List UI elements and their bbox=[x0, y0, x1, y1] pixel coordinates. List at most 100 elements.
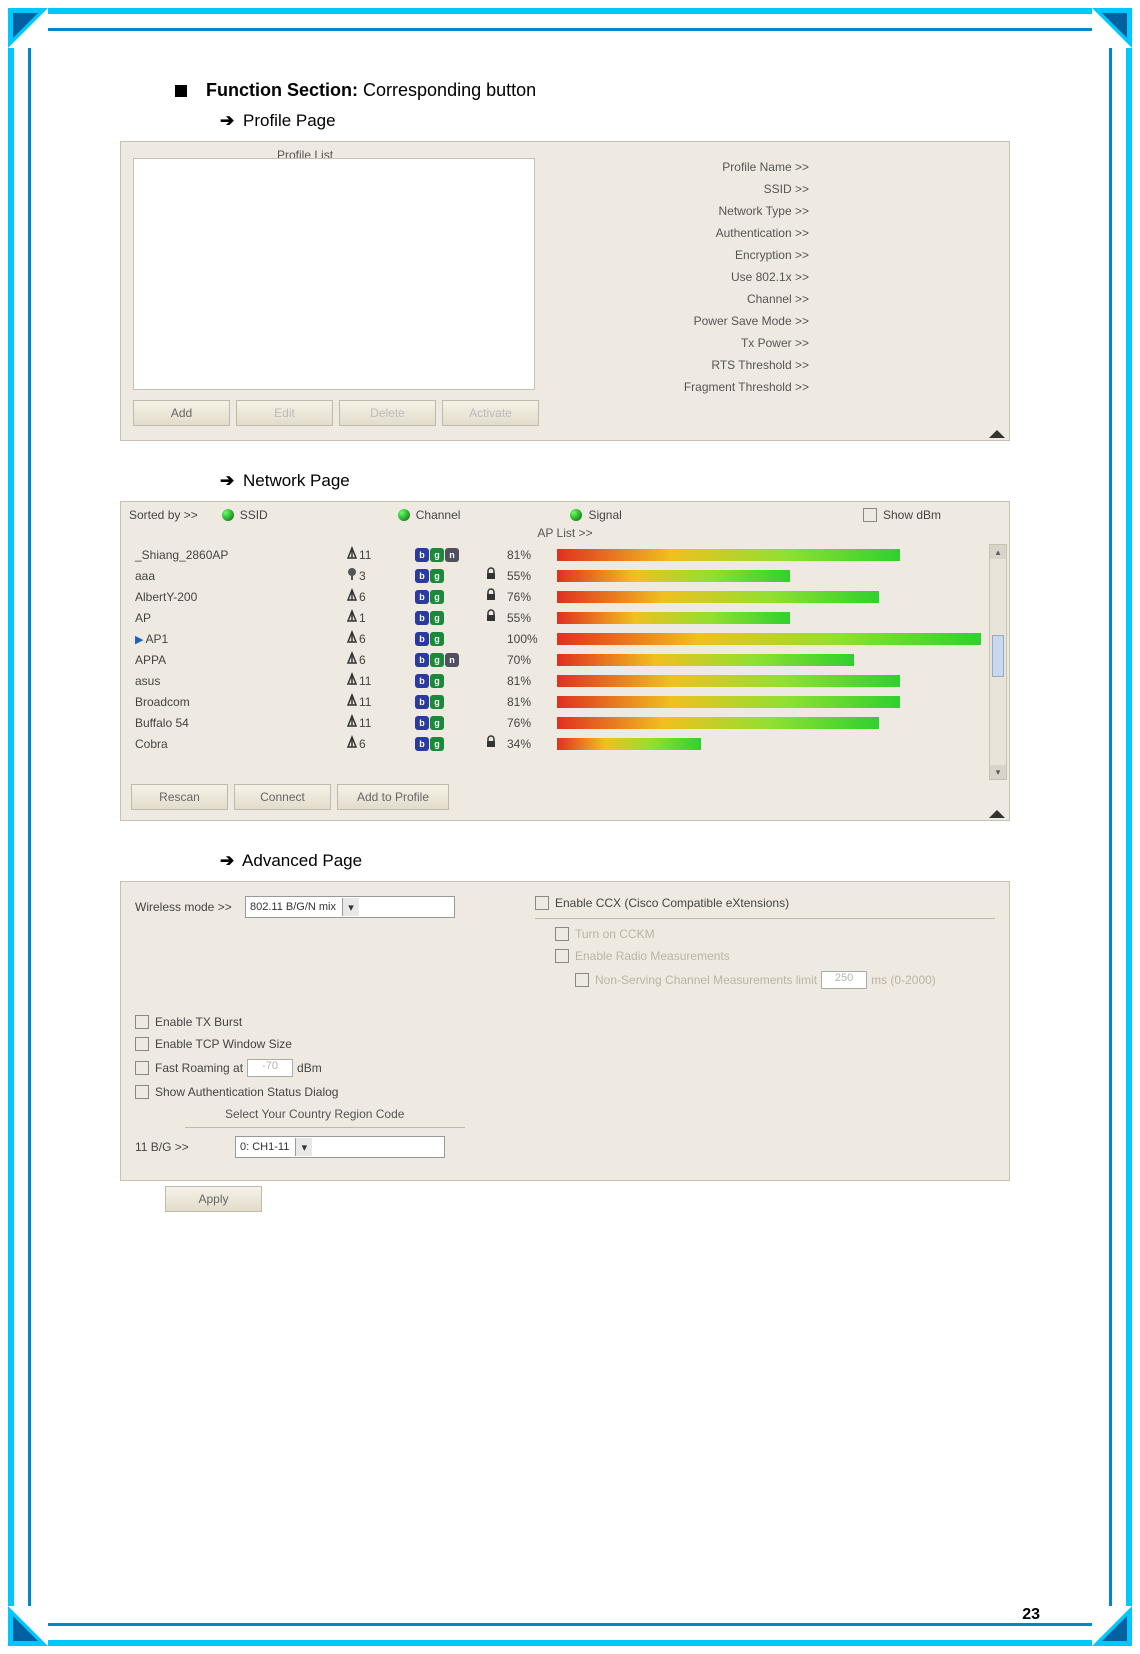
section-heading: Function Section: Corresponding button bbox=[175, 80, 1030, 101]
ssid-label: SSID bbox=[240, 508, 268, 522]
fastroam-checkbox[interactable]: Fast Roaming at -70 dBm bbox=[135, 1059, 995, 1077]
ap-row[interactable]: Cobra6bg34% bbox=[135, 733, 1001, 754]
apply-button[interactable]: Apply bbox=[165, 1186, 262, 1212]
ap-ssid: Buffalo 54 bbox=[135, 716, 189, 730]
ap-channel: 6 bbox=[359, 632, 366, 646]
profile-list[interactable] bbox=[133, 158, 535, 390]
add-button[interactable]: Add bbox=[133, 400, 230, 426]
checkbox-icon bbox=[575, 973, 589, 987]
mode-b-icon: b bbox=[415, 611, 429, 625]
checkbox-icon bbox=[555, 949, 569, 963]
ap-row[interactable]: Buffalo 5411bg76% bbox=[135, 712, 1001, 733]
ap-row[interactable]: APPA6bgn70% bbox=[135, 649, 1001, 670]
activate-button[interactable]: Activate bbox=[442, 400, 539, 426]
checkbox-icon bbox=[135, 1061, 149, 1075]
antenna-icon bbox=[345, 630, 359, 647]
ap-row[interactable]: _Shiang_2860AP11bgn81% bbox=[135, 544, 1001, 565]
nonserv-label: Non-Serving Channel Measurements limit bbox=[595, 973, 817, 987]
ap-modes: bgn bbox=[415, 548, 485, 562]
antenna-icon bbox=[345, 651, 359, 668]
scroll-thumb[interactable] bbox=[992, 635, 1004, 677]
show-dbm-checkbox[interactable]: Show dBm bbox=[863, 508, 941, 522]
antenna-icon bbox=[345, 672, 359, 689]
signal-label: Signal bbox=[588, 508, 621, 522]
ap-channel: 1 bbox=[359, 611, 366, 625]
sort-ssid[interactable]: SSID bbox=[222, 508, 268, 522]
mode-b-icon: b bbox=[415, 590, 429, 604]
wireless-mode-label: Wireless mode >> bbox=[135, 900, 245, 914]
chevron-down-icon: ▾ bbox=[342, 898, 359, 916]
profile-prop: Channel >> bbox=[599, 292, 809, 306]
sort-signal[interactable]: Signal bbox=[570, 508, 621, 522]
tcpwin-checkbox[interactable]: Enable TCP Window Size bbox=[135, 1037, 995, 1051]
ap-row[interactable]: ▶AP16bg100% bbox=[135, 628, 1001, 649]
enable-ccx-checkbox[interactable]: Enable CCX (Cisco Compatible eXtensions) bbox=[535, 896, 995, 910]
expand-icon[interactable] bbox=[989, 810, 1005, 818]
signal-bar bbox=[557, 738, 981, 750]
mode-b-icon: b bbox=[415, 716, 429, 730]
device-icon bbox=[345, 567, 359, 584]
bg-select[interactable]: 0: CH1-11 ▾ bbox=[235, 1136, 445, 1158]
show-dbm-label: Show dBm bbox=[883, 508, 941, 522]
ap-signal: 34% bbox=[507, 737, 557, 751]
scroll-down-icon[interactable]: ▾ bbox=[990, 765, 1006, 779]
edit-button[interactable]: Edit bbox=[236, 400, 333, 426]
signal-bar bbox=[557, 675, 981, 687]
ap-signal: 81% bbox=[507, 548, 557, 562]
wireless-mode-value: 802.11 B/G/N mix bbox=[250, 901, 336, 913]
ap-list[interactable]: _Shiang_2860AP11bgn81%aaa3bg55%AlbertY-2… bbox=[121, 540, 1009, 764]
mode-b-icon: b bbox=[415, 653, 429, 667]
ap-signal: 81% bbox=[507, 674, 557, 688]
profile-prop: Encryption >> bbox=[599, 248, 809, 262]
add-to-profile-button[interactable]: Add to Profile bbox=[337, 784, 449, 810]
connect-button[interactable]: Connect bbox=[234, 784, 331, 810]
ap-ssid: AlbertY-200 bbox=[135, 590, 197, 604]
profile-prop: Profile Name >> bbox=[599, 160, 809, 174]
region-title: Select Your Country Region Code bbox=[225, 1107, 995, 1121]
ap-list-label: AP List >> bbox=[121, 526, 1009, 540]
ap-row[interactable]: Broadcom11bg81% bbox=[135, 691, 1001, 712]
checkbox-icon bbox=[135, 1085, 149, 1099]
antenna-icon bbox=[345, 714, 359, 731]
sort-channel[interactable]: Channel bbox=[398, 508, 461, 522]
ap-channel: 6 bbox=[359, 737, 366, 751]
txburst-checkbox[interactable]: Enable TX Burst bbox=[135, 1015, 995, 1029]
radio-icon bbox=[570, 509, 582, 521]
signal-bar bbox=[557, 591, 981, 603]
wireless-mode-select[interactable]: 802.11 B/G/N mix ▾ bbox=[245, 896, 455, 918]
ap-row[interactable]: asus11bg81% bbox=[135, 670, 1001, 691]
connected-icon: ▶ bbox=[135, 634, 143, 646]
ap-row[interactable]: AlbertY-2006bg76% bbox=[135, 586, 1001, 607]
ap-modes: bg bbox=[415, 569, 485, 583]
signal-bar bbox=[557, 633, 981, 645]
mode-b-icon: b bbox=[415, 569, 429, 583]
ap-modes: bg bbox=[415, 674, 485, 688]
expand-icon[interactable] bbox=[989, 430, 1005, 438]
profile-panel: Profile List Add Edit Delete Activate Pr… bbox=[120, 141, 1010, 441]
fastroam-input: -70 bbox=[247, 1059, 293, 1077]
checkbox-icon bbox=[555, 927, 569, 941]
mode-g-icon: g bbox=[430, 653, 444, 667]
ap-row[interactable]: aaa3bg55% bbox=[135, 565, 1001, 586]
ap-signal: 100% bbox=[507, 632, 557, 646]
profile-prop: Use 802.1x >> bbox=[599, 270, 809, 284]
mode-b-icon: b bbox=[415, 737, 429, 751]
mode-g-icon: g bbox=[430, 716, 444, 730]
ap-row[interactable]: AP1bg55% bbox=[135, 607, 1001, 628]
checkbox-icon bbox=[135, 1037, 149, 1051]
scroll-up-icon[interactable]: ▴ bbox=[990, 545, 1006, 559]
mode-b-icon: b bbox=[415, 695, 429, 709]
fastroam-label: Fast Roaming at bbox=[155, 1061, 243, 1075]
delete-button[interactable]: Delete bbox=[339, 400, 436, 426]
ccx-label: Enable CCX (Cisco Compatible eXtensions) bbox=[555, 896, 789, 910]
scrollbar[interactable]: ▴ ▾ bbox=[989, 544, 1007, 780]
mode-n-icon: n bbox=[445, 548, 459, 562]
checkbox-icon bbox=[863, 508, 877, 522]
profile-prop: Tx Power >> bbox=[599, 336, 809, 350]
ap-modes: bg bbox=[415, 737, 485, 751]
rescan-button[interactable]: Rescan bbox=[131, 784, 228, 810]
profile-prop: RTS Threshold >> bbox=[599, 358, 809, 372]
checkbox-icon bbox=[135, 1015, 149, 1029]
authdlg-checkbox[interactable]: Show Authentication Status Dialog bbox=[135, 1085, 995, 1099]
profile-title: Profile Page bbox=[243, 111, 336, 130]
